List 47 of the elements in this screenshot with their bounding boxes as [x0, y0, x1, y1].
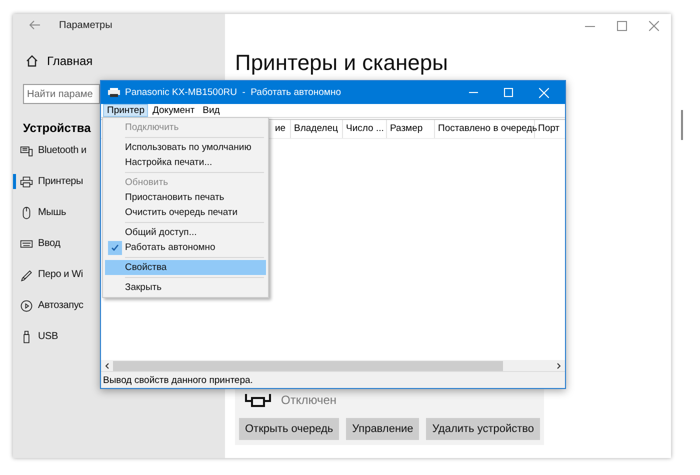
menu-item[interactable]: Свойства	[105, 260, 266, 275]
keyboard-icon	[20, 238, 33, 250]
sidebar-item[interactable]: Перо и Wi	[13, 259, 83, 290]
menu-item[interactable]: Работать автономно	[105, 240, 266, 255]
printer-icon	[107, 87, 121, 98]
sidebar-item[interactable]: USB	[13, 321, 58, 352]
menu-item[interactable]: Вид	[198, 104, 224, 117]
action-button[interactable]: Открыть очередь	[239, 418, 340, 440]
sidebar-item[interactable]: Bluetooth и	[13, 135, 86, 166]
close-icon[interactable]	[649, 21, 659, 31]
sidebar-item[interactable]: Мышь	[13, 197, 66, 228]
play-circle-icon	[20, 298, 33, 314]
window-title: Panasonic KX-MB1500RU - Работать автономно	[125, 87, 341, 98]
menu-item[interactable]: Принтер	[103, 104, 148, 117]
menu-item[interactable]: Закрыть	[105, 280, 266, 295]
column-header[interactable]: Поставлено в очередь	[435, 120, 535, 138]
scrollbar-thumb[interactable]	[681, 110, 683, 140]
printer-icon	[20, 174, 33, 188]
status-text: Вывод свойств данного принтера.	[103, 374, 253, 386]
printer-icon	[245, 392, 271, 408]
page-title: Принтеры и сканеры	[235, 50, 448, 76]
back-arrow-icon[interactable]	[29, 20, 41, 30]
menu-item[interactable]: Документ	[148, 104, 199, 117]
sidebar-item[interactable]: Ввод	[13, 228, 60, 259]
column-header[interactable]: Размер	[387, 120, 435, 138]
keyboard-speaker-icon	[20, 144, 33, 158]
scroll-left-icon[interactable]	[105, 362, 109, 368]
menu-item[interactable]: Приостановить печать	[105, 190, 266, 205]
home-link[interactable]: Главная	[25, 54, 93, 68]
mouse-icon	[20, 204, 33, 220]
menu-item[interactable]: Использовать по умолчанию	[105, 140, 266, 155]
scroll-right-icon[interactable]	[557, 362, 561, 368]
home-icon	[25, 54, 39, 68]
action-button[interactable]: Удалить устройство	[426, 418, 540, 440]
device-status: Отключен	[281, 393, 337, 407]
column-header[interactable]: Владелец	[291, 120, 343, 138]
maximize-icon[interactable]	[617, 21, 627, 31]
column-header[interactable]: Число ...	[343, 120, 387, 138]
search-field[interactable]: Найти параме	[23, 84, 100, 104]
window-title: Параметры	[59, 20, 112, 30]
menu-item[interactable]: Общий доступ...	[105, 225, 266, 240]
menu-item[interactable]: Настройка печати...	[105, 155, 266, 170]
section-heading: Устройства	[23, 121, 91, 135]
sidebar-item[interactable]: Автозапус	[13, 290, 84, 321]
scrollbar-thumb[interactable]	[113, 360, 503, 370]
menu-item[interactable]: Очистить очередь печати	[105, 205, 266, 220]
action-button[interactable]: Управление	[346, 418, 420, 440]
